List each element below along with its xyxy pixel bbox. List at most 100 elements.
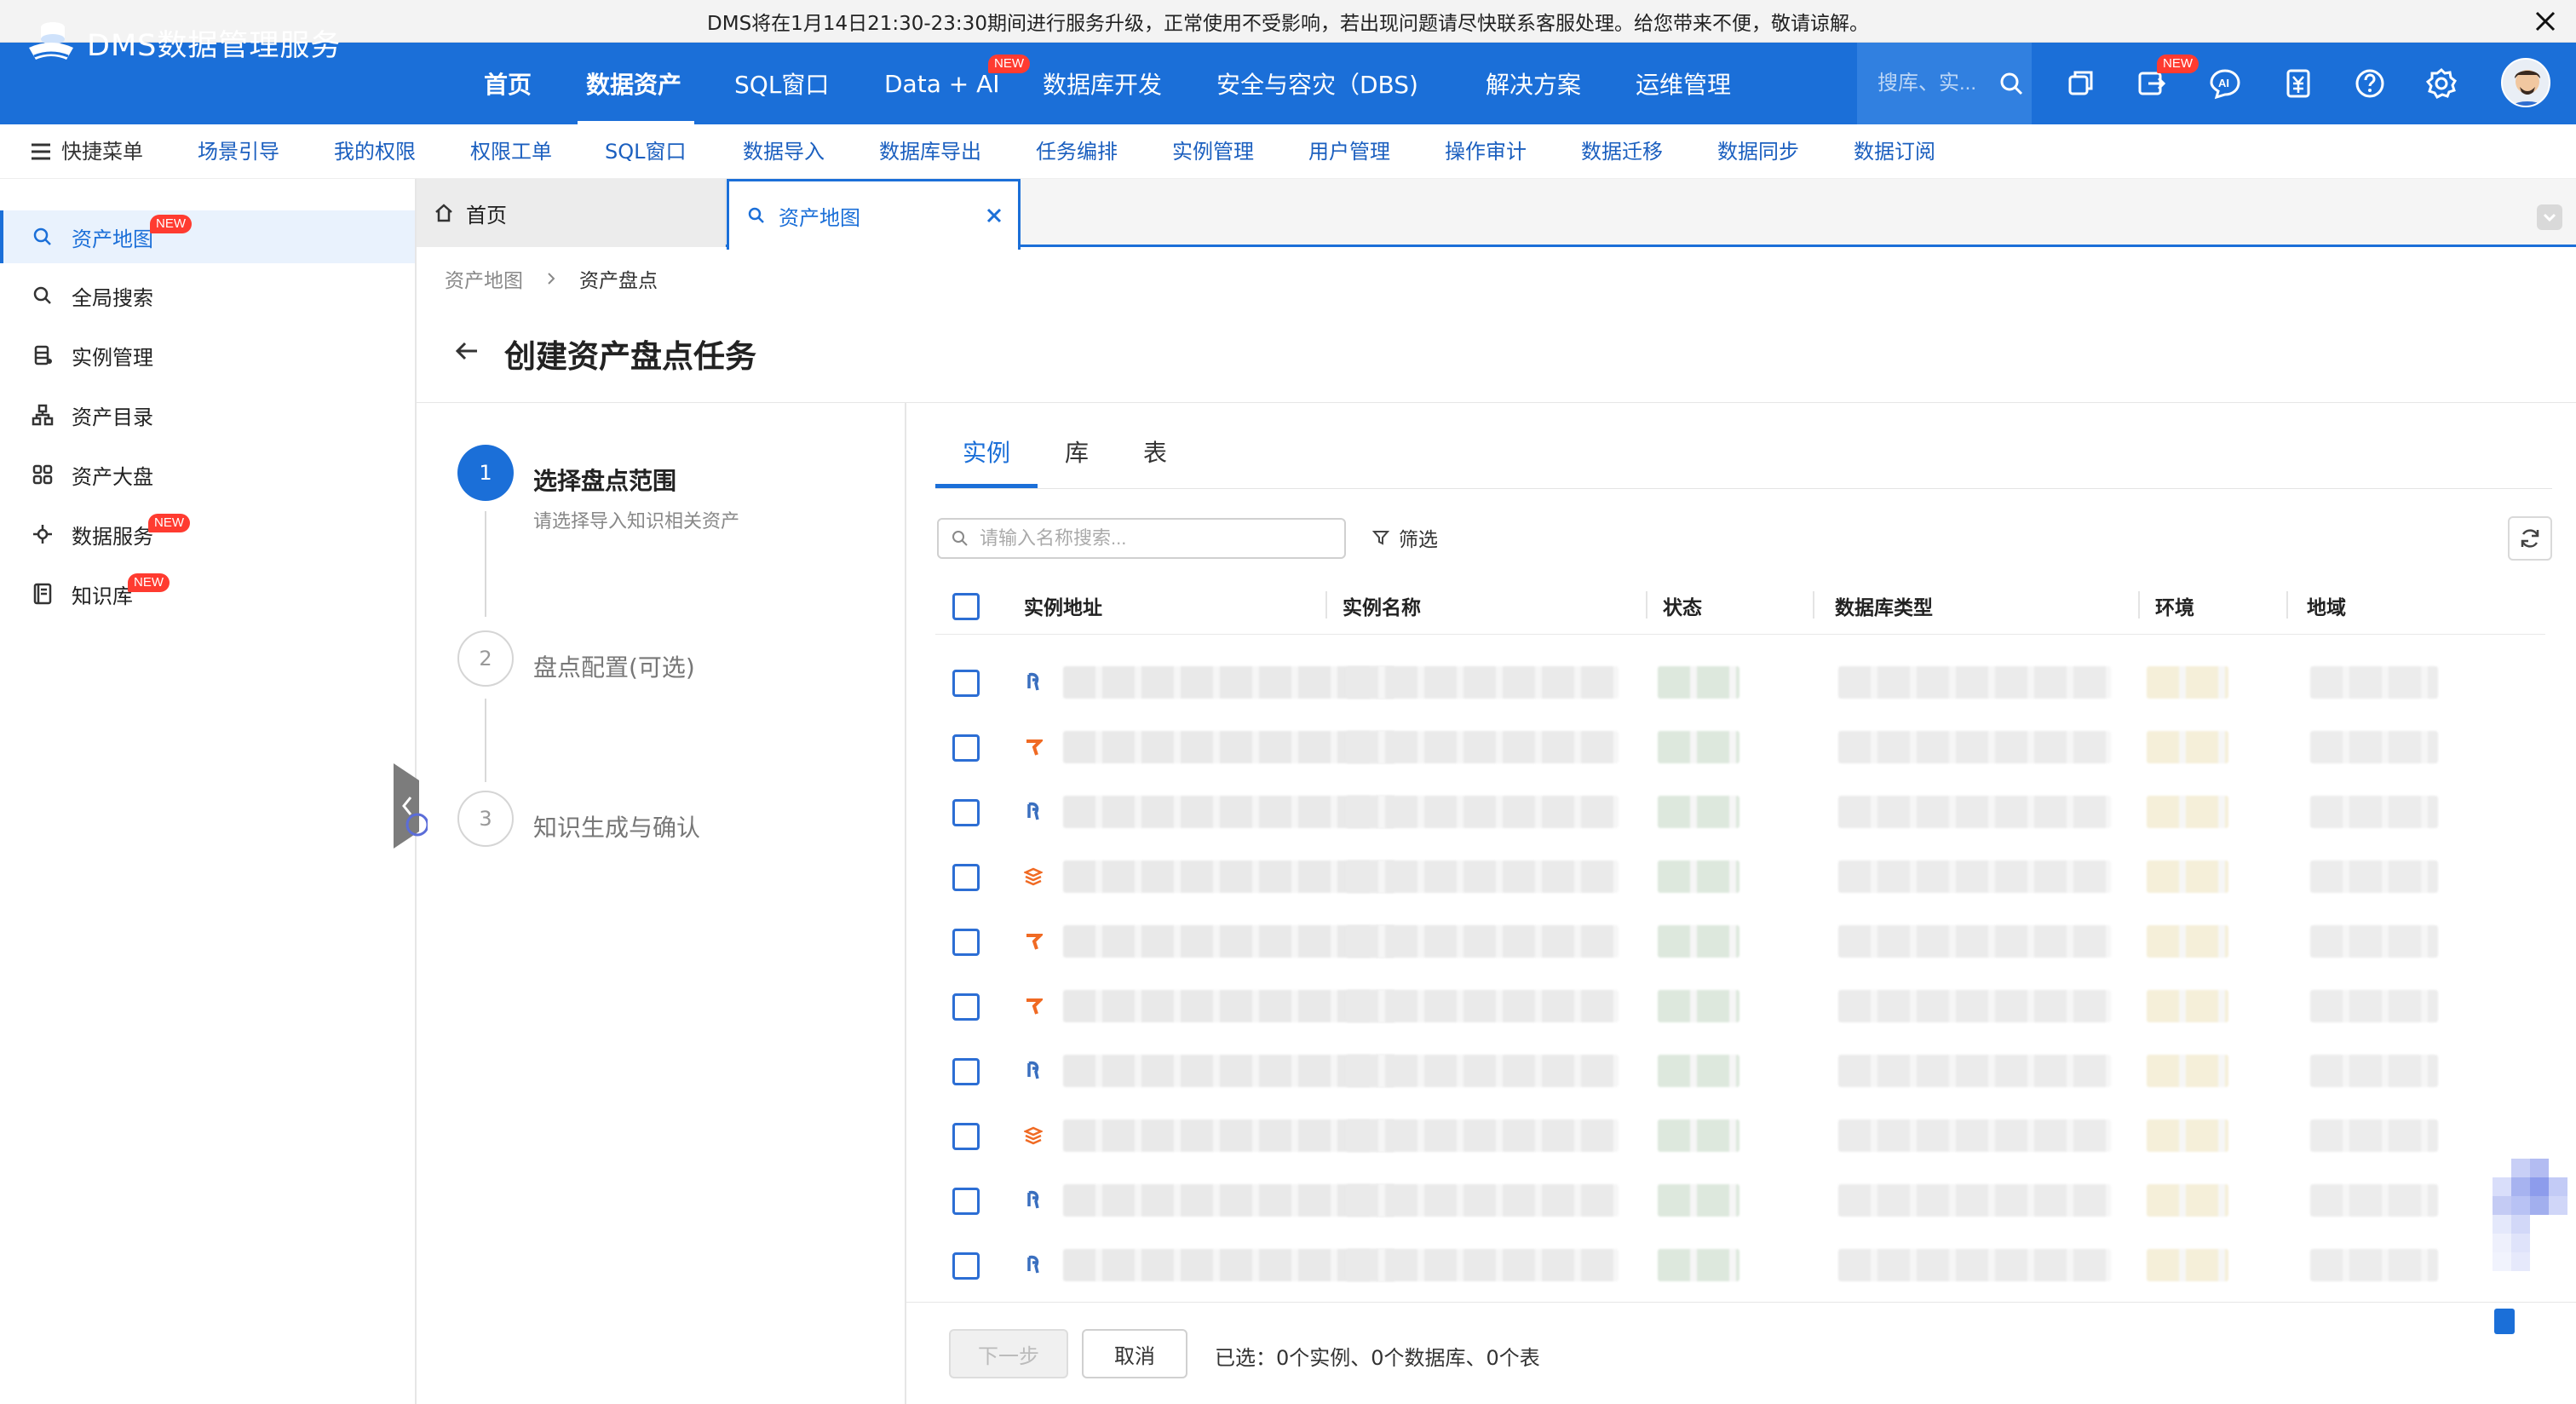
quick-item-task-orchestration[interactable]: 任务编排 [1036, 124, 1118, 179]
cell-name-redacted [1346, 666, 1619, 699]
row-checkbox[interactable] [952, 1123, 980, 1150]
tab-tables[interactable]: 表 [1143, 434, 1167, 489]
back-arrow-icon[interactable] [451, 336, 482, 366]
column-header-address[interactable]: 实例地址 [1024, 591, 1102, 620]
divider [935, 488, 2552, 489]
quick-item-scene-guide[interactable]: 场景引导 [198, 124, 279, 179]
cell-env-redacted [2147, 1249, 2228, 1281]
refresh-button[interactable] [2508, 516, 2552, 561]
copy-icon[interactable] [2061, 65, 2099, 102]
sidebar-item-asset-map[interactable]: 资产地图 [0, 210, 415, 263]
table-row[interactable] [935, 717, 2545, 779]
cancel-button[interactable]: 取消 [1082, 1329, 1187, 1378]
header-search-input[interactable] [1877, 72, 1988, 95]
row-checkbox[interactable] [952, 1058, 980, 1085]
sidebar-item-instance-mgmt[interactable]: 实例管理 [0, 329, 415, 382]
nav-solutions[interactable]: 解决方案 [1486, 43, 1581, 124]
floating-assistant-widget[interactable] [2493, 1159, 2576, 1338]
quick-item-data-subscribe[interactable]: 数据订阅 [1854, 124, 1935, 179]
gear-icon[interactable] [2423, 65, 2460, 102]
quick-item-user-mgmt[interactable]: 用户管理 [1308, 124, 1390, 179]
nav-label: 首页 [484, 71, 532, 99]
sidebar-collapse-handle[interactable] [394, 763, 428, 849]
new-badge: NEW [150, 215, 192, 233]
tab-dropdown-button[interactable] [2537, 204, 2562, 230]
refresh-icon [2521, 529, 2539, 548]
tab-asset-map[interactable]: 资产地图 [727, 179, 1021, 250]
table-row[interactable] [935, 782, 2545, 843]
cell-name-redacted [1346, 1184, 1619, 1217]
db-orange-icon [1024, 736, 1043, 758]
tab-databases[interactable]: 库 [1065, 434, 1089, 489]
quick-item-permission-ticket[interactable]: 权限工单 [470, 124, 552, 179]
table-row[interactable] [935, 1171, 2545, 1232]
quick-item-data-migration[interactable]: 数据迁移 [1581, 124, 1663, 179]
nav-data-ai[interactable]: Data + AI [884, 43, 1000, 124]
sidebar-item-knowledge-base[interactable]: 知识库 [0, 567, 415, 620]
column-header-name[interactable]: 实例名称 [1343, 591, 1421, 620]
quick-item-sql-window[interactable]: SQL窗口 [605, 124, 687, 179]
column-separator [1325, 591, 1327, 619]
sidebar-item-global-search[interactable]: 全局搜索 [0, 269, 415, 322]
ai-chat-icon[interactable]: AI [2206, 65, 2244, 102]
table-row[interactable] [935, 1041, 2545, 1102]
quick-item-my-permissions[interactable]: 我的权限 [334, 124, 416, 179]
table-row[interactable] [935, 653, 2545, 714]
cell-name-redacted [1346, 925, 1619, 958]
sidebar-item-data-service[interactable]: 数据服务 [0, 508, 415, 561]
billing-icon[interactable] [2280, 65, 2317, 102]
row-checkbox[interactable] [952, 864, 980, 891]
help-icon[interactable] [2351, 65, 2389, 102]
sidebar-item-asset-dashboard[interactable]: 资产大盘 [0, 448, 415, 501]
table-row[interactable] [935, 976, 2545, 1038]
breadcrumb-parent[interactable]: 资产地图 [445, 264, 523, 293]
step-2-circle: 2 [457, 630, 514, 687]
sidebar-item-asset-catalog[interactable]: 资产目录 [0, 388, 415, 441]
cell-env-redacted [2147, 1184, 2228, 1217]
row-checkbox[interactable] [952, 1188, 980, 1215]
nav-ops[interactable]: 运维管理 [1636, 43, 1731, 124]
logo[interactable]: DMS数据管理服务 [24, 19, 341, 66]
table-row[interactable] [935, 1235, 2545, 1297]
search-box[interactable] [937, 518, 1346, 559]
nav-security-dbs[interactable]: 安全与容灾（DBS) [1216, 43, 1418, 124]
db-stack-icon [1024, 1125, 1043, 1147]
nav-sql-window[interactable]: SQL窗口 [734, 43, 829, 124]
tab-home[interactable]: 首页 [417, 179, 726, 247]
search-input[interactable] [980, 527, 1320, 550]
column-header-status[interactable]: 状态 [1663, 591, 1702, 620]
next-step-button[interactable]: 下一步 [949, 1329, 1068, 1378]
logo-text: DMS数据管理服务 [87, 28, 342, 63]
column-header-db-type[interactable]: 数据库类型 [1835, 591, 1933, 620]
quick-item-db-export[interactable]: 数据库导出 [879, 124, 981, 179]
table-row[interactable] [935, 912, 2545, 973]
row-checkbox[interactable] [952, 799, 980, 826]
row-checkbox[interactable] [952, 993, 980, 1021]
header-search[interactable] [1857, 43, 2032, 124]
close-icon[interactable] [982, 204, 1006, 227]
column-header-region[interactable]: 地域 [2307, 591, 2346, 620]
row-checkbox[interactable] [952, 670, 980, 697]
row-checkbox[interactable] [952, 734, 980, 762]
grid-icon [31, 463, 55, 486]
avatar[interactable] [2501, 58, 2550, 107]
table-row[interactable] [935, 847, 2545, 908]
cell-region-redacted [2310, 860, 2438, 893]
table-row[interactable] [935, 1106, 2545, 1167]
quick-item-audit[interactable]: 操作审计 [1445, 124, 1527, 179]
quick-item-data-sync[interactable]: 数据同步 [1717, 124, 1799, 179]
nav-db-dev[interactable]: 数据库开发 [1043, 43, 1162, 124]
nav-data-assets[interactable]: 数据资产 [586, 43, 681, 124]
close-icon[interactable] [2532, 8, 2559, 35]
filter-button[interactable]: 筛选 [1371, 523, 1438, 552]
search-icon[interactable] [1998, 71, 2024, 96]
quick-item-instance-mgmt[interactable]: 实例管理 [1172, 124, 1254, 179]
nav-home[interactable]: 首页 [484, 43, 532, 124]
tab-instances[interactable]: 实例 [963, 434, 1010, 489]
quick-item-data-import[interactable]: 数据导入 [743, 124, 825, 179]
column-header-env[interactable]: 环境 [2155, 591, 2194, 620]
quick-menu-toggle[interactable]: 快捷菜单 [29, 124, 143, 179]
row-checkbox[interactable] [952, 1252, 980, 1280]
row-checkbox[interactable] [952, 929, 980, 956]
select-all-checkbox[interactable] [952, 593, 980, 620]
